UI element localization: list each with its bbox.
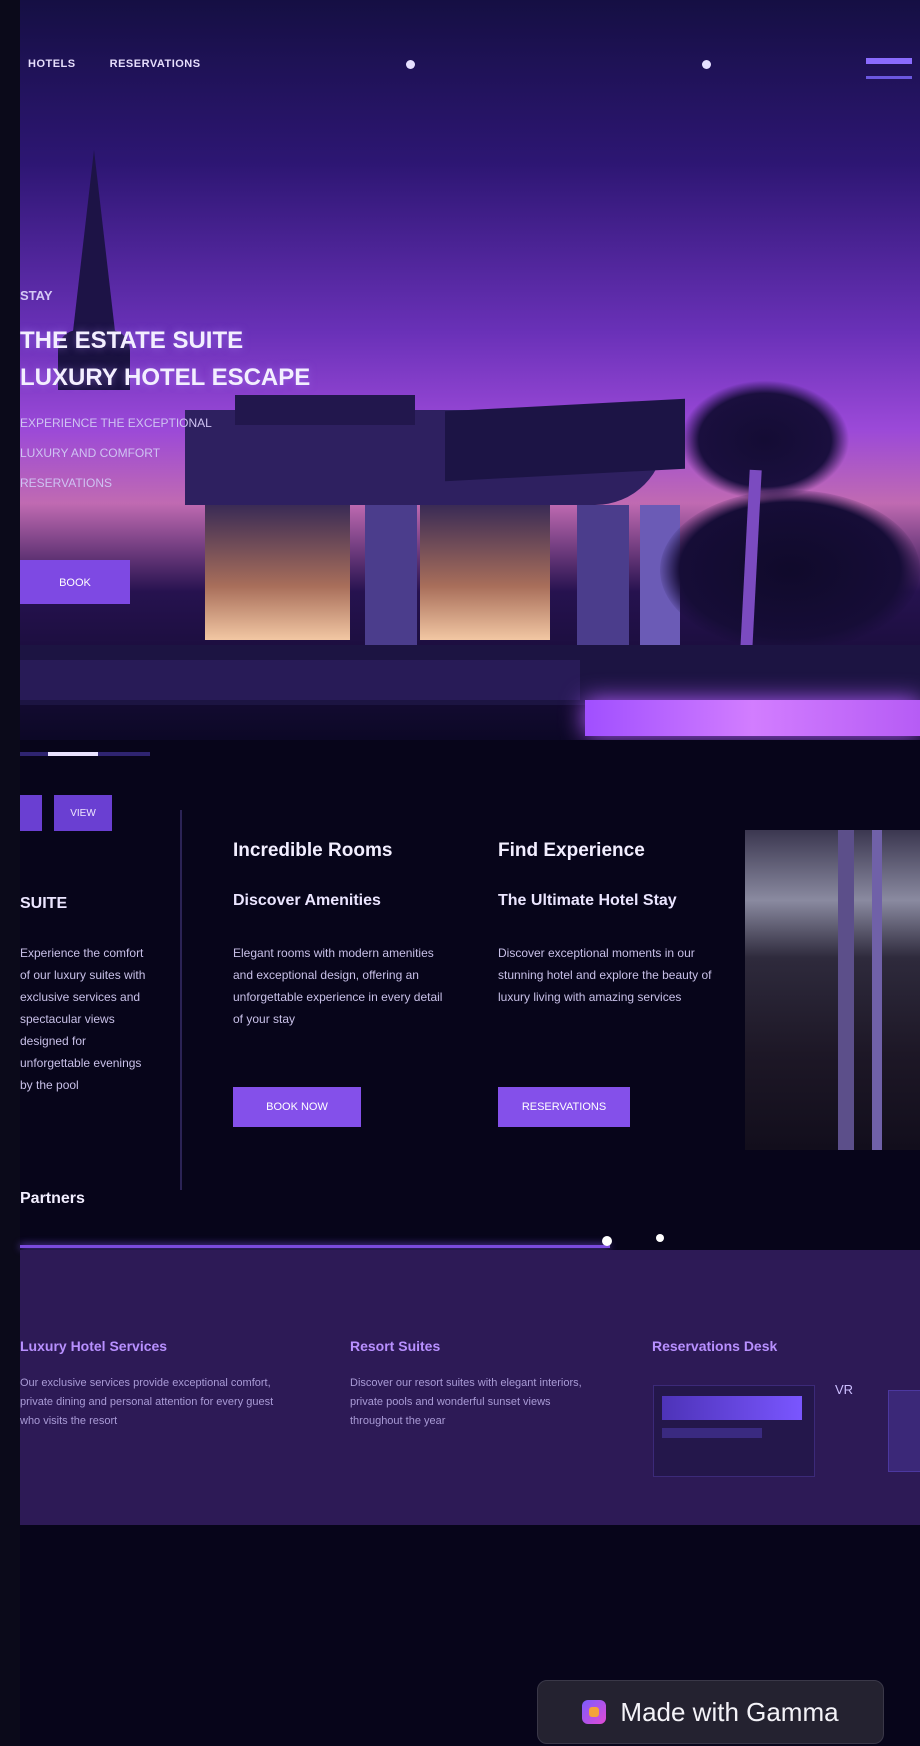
tower-silhouette [72, 150, 116, 340]
hero-kicker: STAY [20, 288, 53, 303]
services-band: Luxury Hotel Services Our exclusive serv… [20, 1250, 920, 1525]
slider-dot[interactable] [656, 1234, 664, 1242]
services-column: Luxury Hotel Services Our exclusive serv… [20, 1338, 280, 1431]
suites-description: Discover our resort suites with elegant … [350, 1377, 582, 1427]
suite-heading: SUITE [20, 895, 68, 912]
glowing-pool [585, 700, 920, 736]
experience-description: Discover exceptional moments in our stun… [498, 946, 712, 1004]
nav-dot-icon[interactable] [406, 60, 415, 69]
nav-item-hotels[interactable]: HOTELS [28, 58, 76, 70]
slider-dot[interactable] [602, 1236, 612, 1246]
experience-reservations-button[interactable]: RESERVATIONS [498, 1087, 630, 1127]
nav-item-reservations[interactable]: RESERVATIONS [110, 58, 201, 70]
suite-description: Experience the comfort of our luxury sui… [20, 946, 146, 1092]
hero-title: THE ESTATE SUITE LUXURY HOTEL ESCAPE [20, 327, 311, 391]
hero-section: HOTELS RESERVATIONS STAY THE ESTATE SUIT… [20, 0, 920, 740]
feature-tab-view[interactable]: VIEW [54, 795, 112, 831]
vr-icon[interactable]: VR [835, 1382, 853, 1397]
services-description: Our exclusive services provide exception… [20, 1377, 274, 1427]
services-title: Luxury Hotel Services [20, 1338, 168, 1354]
badge-text: Made with Gamma [620, 1696, 839, 1727]
left-edge-strip [0, 0, 20, 1746]
section-divider-line [20, 1245, 610, 1248]
brand-logo-icon[interactable] [866, 46, 912, 79]
feature-tab-1[interactable] [20, 795, 42, 831]
rooms-heading: Incredible Rooms [233, 840, 393, 861]
experience-subheading: The Ultimate Hotel Stay [498, 892, 677, 909]
reservation-widget[interactable] [653, 1385, 815, 1477]
reservations-title: Reservations Desk [652, 1338, 778, 1354]
rooms-subheading: Discover Amenities [233, 892, 381, 909]
features-section: VIEW SUITE Experience the comfort of our… [20, 770, 920, 1230]
hero-progress-thumb[interactable] [48, 752, 98, 756]
nav-bell-icon[interactable] [702, 60, 711, 69]
reservations-column: Reservations Desk [652, 1338, 822, 1374]
night-photo [745, 830, 920, 1150]
gamma-logo-icon [582, 1700, 607, 1724]
rooms-book-button[interactable]: BOOK NOW [233, 1087, 361, 1127]
palm-tree-icon [680, 380, 850, 500]
hero-subtitle: EXPERIENCE THE EXCEPTIONAL LUXURY AND CO… [20, 416, 212, 490]
suites-title: Resort Suites [350, 1338, 441, 1354]
side-widget[interactable] [888, 1390, 920, 1472]
palm-bush [660, 490, 920, 650]
lit-window [205, 505, 350, 640]
made-with-gamma-badge[interactable]: Made with Gamma [537, 1680, 884, 1744]
lit-window [420, 505, 550, 640]
hero-book-button[interactable]: BOOK [20, 560, 130, 604]
partners-label: Partners [20, 1190, 85, 1207]
column-divider [180, 810, 182, 1190]
top-nav: HOTELS RESERVATIONS [28, 58, 201, 70]
experience-heading: Find Experience [498, 840, 645, 861]
suites-column: Resort Suites Discover our resort suites… [350, 1338, 595, 1431]
rooms-description: Elegant rooms with modern amenities and … [233, 946, 443, 1026]
